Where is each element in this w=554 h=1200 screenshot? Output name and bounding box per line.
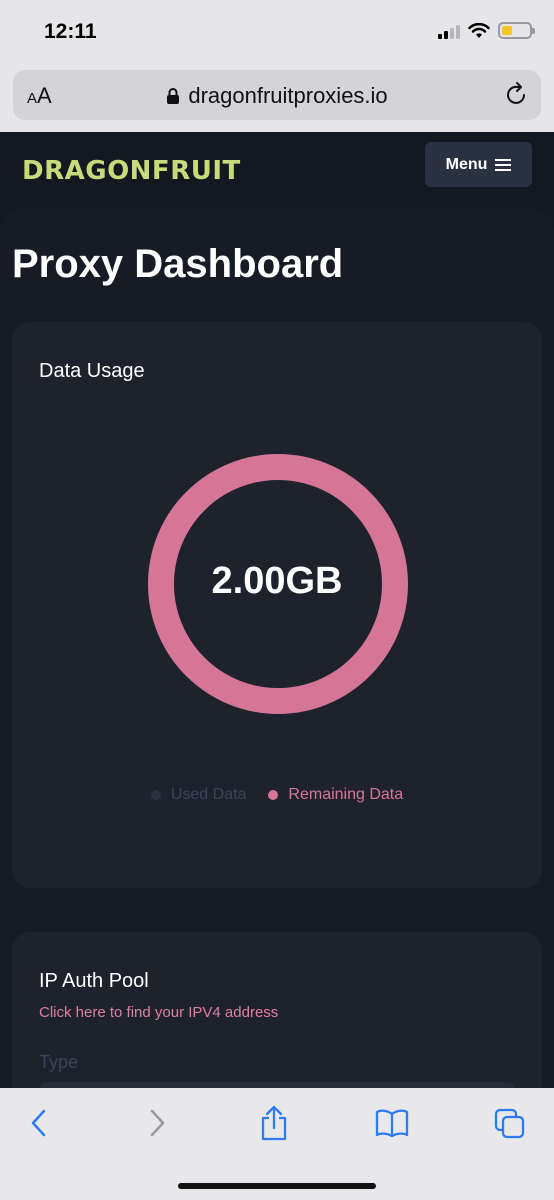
wifi-icon [468, 22, 490, 38]
status-bar: 12:11 [0, 0, 554, 64]
ip-auth-title: IP Auth Pool [39, 970, 149, 992]
menu-button[interactable]: Menu [425, 142, 532, 187]
tabs-icon[interactable] [494, 1108, 526, 1140]
site-header: DRAGONFRUIT Menu [0, 132, 554, 208]
address-bar[interactable]: AA dragonfruitproxies.io [13, 70, 541, 120]
forward-icon[interactable] [146, 1108, 168, 1138]
reload-icon[interactable] [505, 81, 529, 107]
menu-label: Menu [445, 155, 488, 173]
hamburger-icon [495, 158, 512, 171]
status-time: 12:11 [44, 20, 97, 43]
battery-icon [498, 22, 535, 39]
data-usage-card: Data Usage 2.00GB Used Data Remaining Da… [12, 322, 542, 888]
type-label: Type [39, 1052, 79, 1072]
url-text: dragonfruitproxies.io [188, 83, 388, 108]
lock-icon [167, 88, 180, 104]
url-display[interactable]: dragonfruitproxies.io [13, 83, 541, 109]
legend-item-used[interactable]: Used Data [150, 786, 247, 804]
legend-dot-remaining [268, 790, 279, 800]
cellular-signal-icon [438, 23, 460, 39]
back-icon[interactable] [28, 1108, 50, 1138]
home-indicator [178, 1183, 376, 1189]
status-icons [438, 22, 535, 39]
find-ipv4-link[interactable]: Click here to find your IPV4 address [39, 1004, 278, 1021]
legend-label-used: Used Data [170, 786, 247, 803]
legend-label-remaining: Remaining Data [288, 786, 404, 803]
page-title: Proxy Dashboard [12, 242, 344, 286]
dashboard-content: Proxy Dashboard Data Usage 2.00GB Used D… [0, 208, 554, 1132]
data-total-value: 2.00GB [211, 560, 343, 602]
site-logo[interactable]: DRAGONFRUIT [22, 156, 241, 186]
legend-item-remaining[interactable]: Remaining Data [268, 786, 403, 804]
chart-legend: Used Data Remaining Data [12, 786, 542, 804]
share-icon[interactable] [258, 1104, 290, 1142]
browser-url-area: AA dragonfruitproxies.io [0, 64, 554, 132]
legend-dot-used [150, 790, 161, 800]
bookmarks-icon[interactable] [374, 1108, 410, 1138]
